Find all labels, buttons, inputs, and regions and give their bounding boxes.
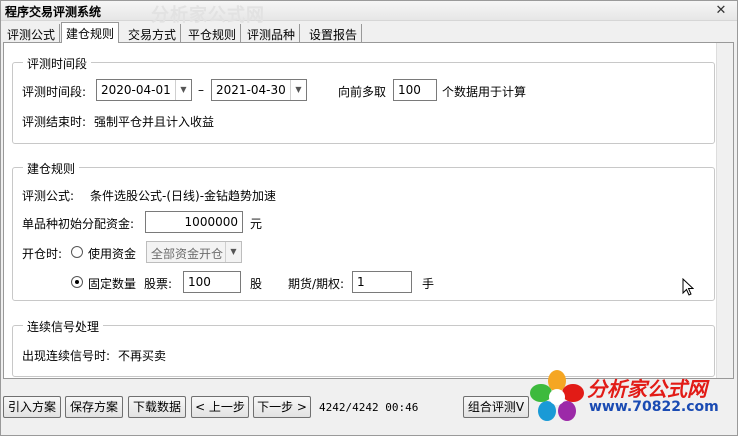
end-value: 强制平仓并且计入收益 xyxy=(94,115,215,129)
futures-unit: 手 xyxy=(422,277,435,291)
chevron-down-icon[interactable]: ▼ xyxy=(175,80,191,100)
vertical-scrollbar[interactable] xyxy=(716,43,733,378)
group-signal-legend: 连续信号处理 xyxy=(23,318,104,335)
capital-input[interactable]: 1000000 xyxy=(145,211,243,233)
formula-value: 条件选股公式-(日线)-金钻趋势加速 xyxy=(90,189,277,203)
status-text: 4242/4242 00:46 xyxy=(319,401,419,414)
futures-qty-input[interactable]: 1 xyxy=(352,271,412,293)
stock-label: 股票: xyxy=(144,277,173,291)
prev-step-button[interactable]: < 上一步 xyxy=(191,396,249,418)
group-period-legend: 评测时间段 xyxy=(23,55,92,72)
tab-formula[interactable]: 评测公式 xyxy=(3,24,61,42)
window-title: 程序交易评测系统 xyxy=(5,5,102,19)
close-button[interactable]: ✕ xyxy=(713,3,729,18)
flower-logo-icon xyxy=(530,370,584,421)
tab-report[interactable]: 设置报告 xyxy=(305,24,363,42)
chevron-down-icon[interactable]: ▼ xyxy=(225,242,241,262)
start-date-picker[interactable]: 2020-04-01 ▼ xyxy=(96,79,192,101)
radio-use-funds[interactable] xyxy=(71,246,83,258)
app-window: 程序交易评测系统 分析家公式网 ✕ 评测公式 建仓规则 交易方式 平仓规则 评测… xyxy=(0,0,738,436)
site-logo: 分析家公式网 www.70822.com xyxy=(529,369,729,425)
futures-label: 期货/期权: xyxy=(288,277,345,291)
tab-open-rules[interactable]: 建仓规则 xyxy=(61,22,120,43)
open-label: 开仓时: xyxy=(22,247,63,261)
tab-trade-mode[interactable]: 交易方式 xyxy=(124,24,182,42)
lookback-suffix: 个数据用于计算 xyxy=(442,85,527,99)
tab-panel: 评测时间段 评测时间段: 2020-04-01 ▼ – 2021-04-30 ▼… xyxy=(3,42,734,379)
radio-fixed-qty[interactable] xyxy=(71,276,83,288)
fixed-qty-label[interactable]: 固定数量 xyxy=(88,275,136,292)
signal-label: 出现连续信号时: xyxy=(22,349,111,363)
end-date-picker[interactable]: 2021-04-30 ▼ xyxy=(211,79,307,101)
formula-label: 评测公式: xyxy=(22,189,75,203)
import-plan-button[interactable]: 引入方案 xyxy=(3,396,61,418)
stock-unit: 股 xyxy=(250,277,263,291)
signal-value: 不再买卖 xyxy=(118,349,167,363)
logo-text: 分析家公式网 xyxy=(587,377,707,401)
lookback-prefix: 向前多取 xyxy=(338,85,387,99)
stock-qty-input[interactable]: 100 xyxy=(183,271,241,293)
save-plan-button[interactable]: 保存方案 xyxy=(65,396,123,418)
start-date-value: 2020-04-01 xyxy=(101,83,171,97)
tab-close-rules[interactable]: 平仓规则 xyxy=(184,24,242,42)
funds-mode-select[interactable]: 全部资金开仓 ▼ xyxy=(146,241,242,263)
capital-label: 单品种初始分配资金: xyxy=(22,217,135,231)
mouse-cursor-icon xyxy=(682,278,694,296)
use-funds-label[interactable]: 使用资金 xyxy=(88,245,136,262)
capital-unit: 元 xyxy=(250,217,263,231)
download-data-button[interactable]: 下载数据 xyxy=(128,396,186,418)
funds-mode-value: 全部资金开仓 xyxy=(151,247,224,261)
lookback-input[interactable]: 100 xyxy=(393,79,437,101)
date-dash: – xyxy=(198,83,204,97)
combo-evaluate-button[interactable]: 组合评测V xyxy=(463,396,529,418)
chevron-down-icon[interactable]: ▼ xyxy=(290,80,306,100)
end-date-value: 2021-04-30 xyxy=(216,83,286,97)
group-period: 评测时间段 xyxy=(12,55,715,144)
end-label: 评测结束时: xyxy=(22,115,87,129)
group-open-legend: 建仓规则 xyxy=(23,160,80,177)
title-bar: 程序交易评测系统 分析家公式网 ✕ xyxy=(1,1,737,26)
logo-url: www.70822.com xyxy=(589,399,719,415)
next-step-button[interactable]: 下一步 > xyxy=(253,396,311,418)
period-label: 评测时间段: xyxy=(22,85,87,99)
tab-instruments[interactable]: 评测品种 xyxy=(243,24,301,42)
